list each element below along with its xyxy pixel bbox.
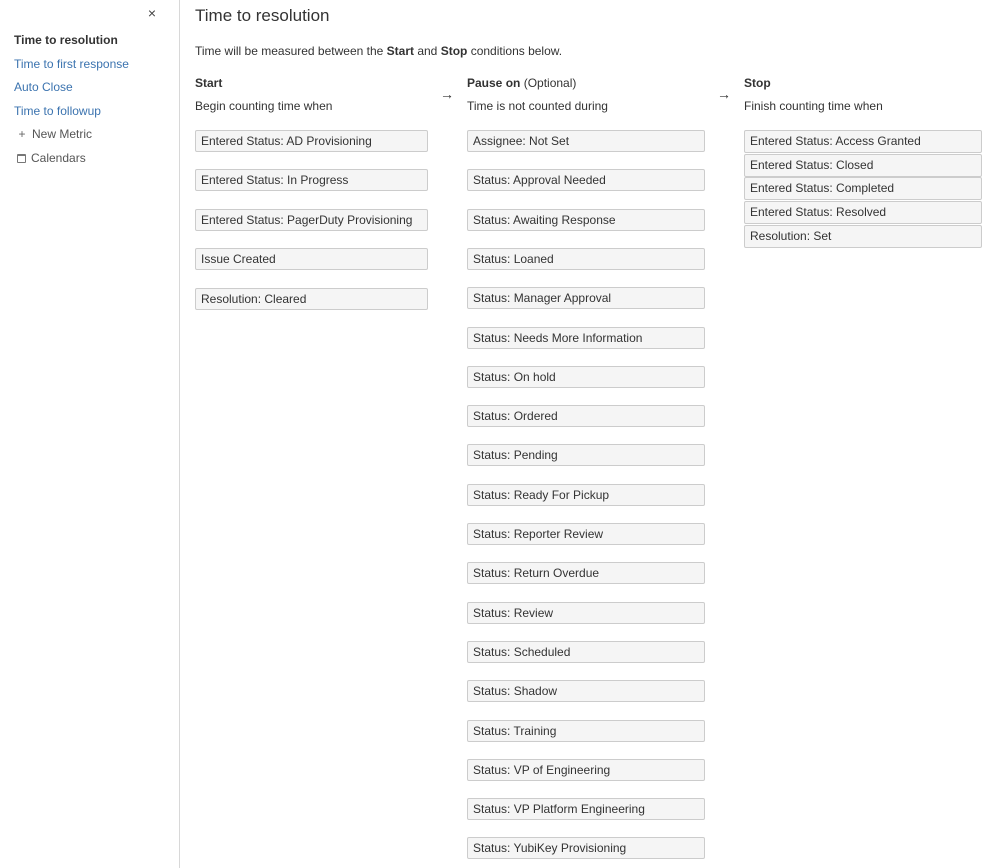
pause-condition-item[interactable]: Status: YubiKey Provisioning <box>467 837 705 860</box>
intro-prefix: Time will be measured between the <box>195 44 387 58</box>
pause-subheading: Time is not counted during <box>467 99 608 113</box>
pause-optional-label: (Optional) <box>520 76 577 90</box>
pause-condition-item[interactable]: Status: Manager Approval <box>467 287 705 310</box>
new-metric-button[interactable]: + New Metric <box>16 126 92 142</box>
start-condition-item[interactable]: Entered Status: In Progress <box>195 169 428 192</box>
arrow-right-icon: → <box>440 86 454 102</box>
main-content: Time to resolution Time will be measured… <box>195 0 999 868</box>
new-metric-label: New Metric <box>32 127 93 141</box>
pause-condition-item[interactable]: Status: Ordered <box>467 405 705 428</box>
intro-middle: and <box>414 44 441 58</box>
pause-condition-item[interactable]: Status: Ready For Pickup <box>467 483 705 506</box>
pause-condition-item[interactable]: Status: Pending <box>467 444 705 467</box>
pause-condition-item[interactable]: Status: Training <box>467 719 705 742</box>
pause-condition-item[interactable]: Status: VP of Engineering <box>467 758 705 781</box>
intro-text: Time will be measured between the Start … <box>195 44 562 58</box>
calendars-button[interactable]: Calendars <box>16 150 86 166</box>
stop-condition-item[interactable]: Entered Status: Resolved <box>744 201 982 225</box>
pause-condition-item[interactable]: Status: On hold <box>467 365 705 388</box>
intro-start-word: Start <box>386 44 414 58</box>
stop-condition-item[interactable]: Resolution: Set <box>744 224 982 248</box>
close-icon[interactable]: × <box>144 4 160 22</box>
stop-condition-item[interactable]: Entered Status: Access Granted <box>744 130 982 153</box>
stop-condition-item[interactable]: Entered Status: Closed <box>744 153 982 177</box>
start-condition-item[interactable]: Resolution: Cleared <box>195 287 428 310</box>
app-root: × Time to resolution Time to first respo… <box>0 0 999 868</box>
pause-condition-item[interactable]: Status: Return Overdue <box>467 562 705 585</box>
sidebar-item-time-to-first-response[interactable]: Time to first response <box>14 56 129 72</box>
stop-condition-item[interactable]: Entered Status: Completed <box>744 177 982 201</box>
pause-condition-item[interactable]: Status: Scheduled <box>467 640 705 663</box>
start-heading: Start <box>195 76 223 90</box>
arrow-right-icon: → <box>717 86 731 102</box>
intro-stop-word: Stop <box>440 44 468 58</box>
pause-heading: Pause on (Optional) <box>467 76 577 90</box>
pause-condition-item[interactable]: Status: Shadow <box>467 680 705 703</box>
sidebar-item-auto-close[interactable]: Auto Close <box>14 79 73 95</box>
start-subheading: Begin counting time when <box>195 99 333 113</box>
intro-suffix: conditions below. <box>467 44 563 58</box>
pause-condition-item[interactable]: Assignee: Not Set <box>467 130 705 152</box>
calendar-icon <box>17 154 26 163</box>
pause-condition-item[interactable]: Status: Reporter Review <box>467 523 705 545</box>
start-condition-item[interactable]: Entered Status: PagerDuty Provisioning <box>195 208 428 231</box>
stop-subheading: Finish counting time when <box>744 99 883 113</box>
sidebar-item-time-to-resolution[interactable]: Time to resolution <box>14 32 118 48</box>
pause-condition-item[interactable]: Status: Needs More Information <box>467 326 705 349</box>
pause-condition-item[interactable]: Status: Approval Needed <box>467 169 705 192</box>
pause-condition-item[interactable]: Status: Loaned <box>467 247 705 270</box>
start-condition-item[interactable]: Issue Created <box>195 248 428 271</box>
start-condition-item[interactable]: Entered Status: AD Provisioning <box>195 130 428 152</box>
pause-condition-item[interactable]: Status: Awaiting Response <box>467 208 705 231</box>
pause-condition-item[interactable]: Status: VP Platform Engineering <box>467 798 705 821</box>
calendars-label: Calendars <box>31 151 86 165</box>
stop-heading: Stop <box>744 76 771 90</box>
pause-condition-item[interactable]: Status: Review <box>467 601 705 624</box>
sidebar-item-time-to-followup[interactable]: Time to followup <box>14 103 101 119</box>
plus-icon: + <box>18 127 26 141</box>
sidebar: × Time to resolution Time to first respo… <box>0 0 180 868</box>
page-title: Time to resolution <box>195 6 330 25</box>
